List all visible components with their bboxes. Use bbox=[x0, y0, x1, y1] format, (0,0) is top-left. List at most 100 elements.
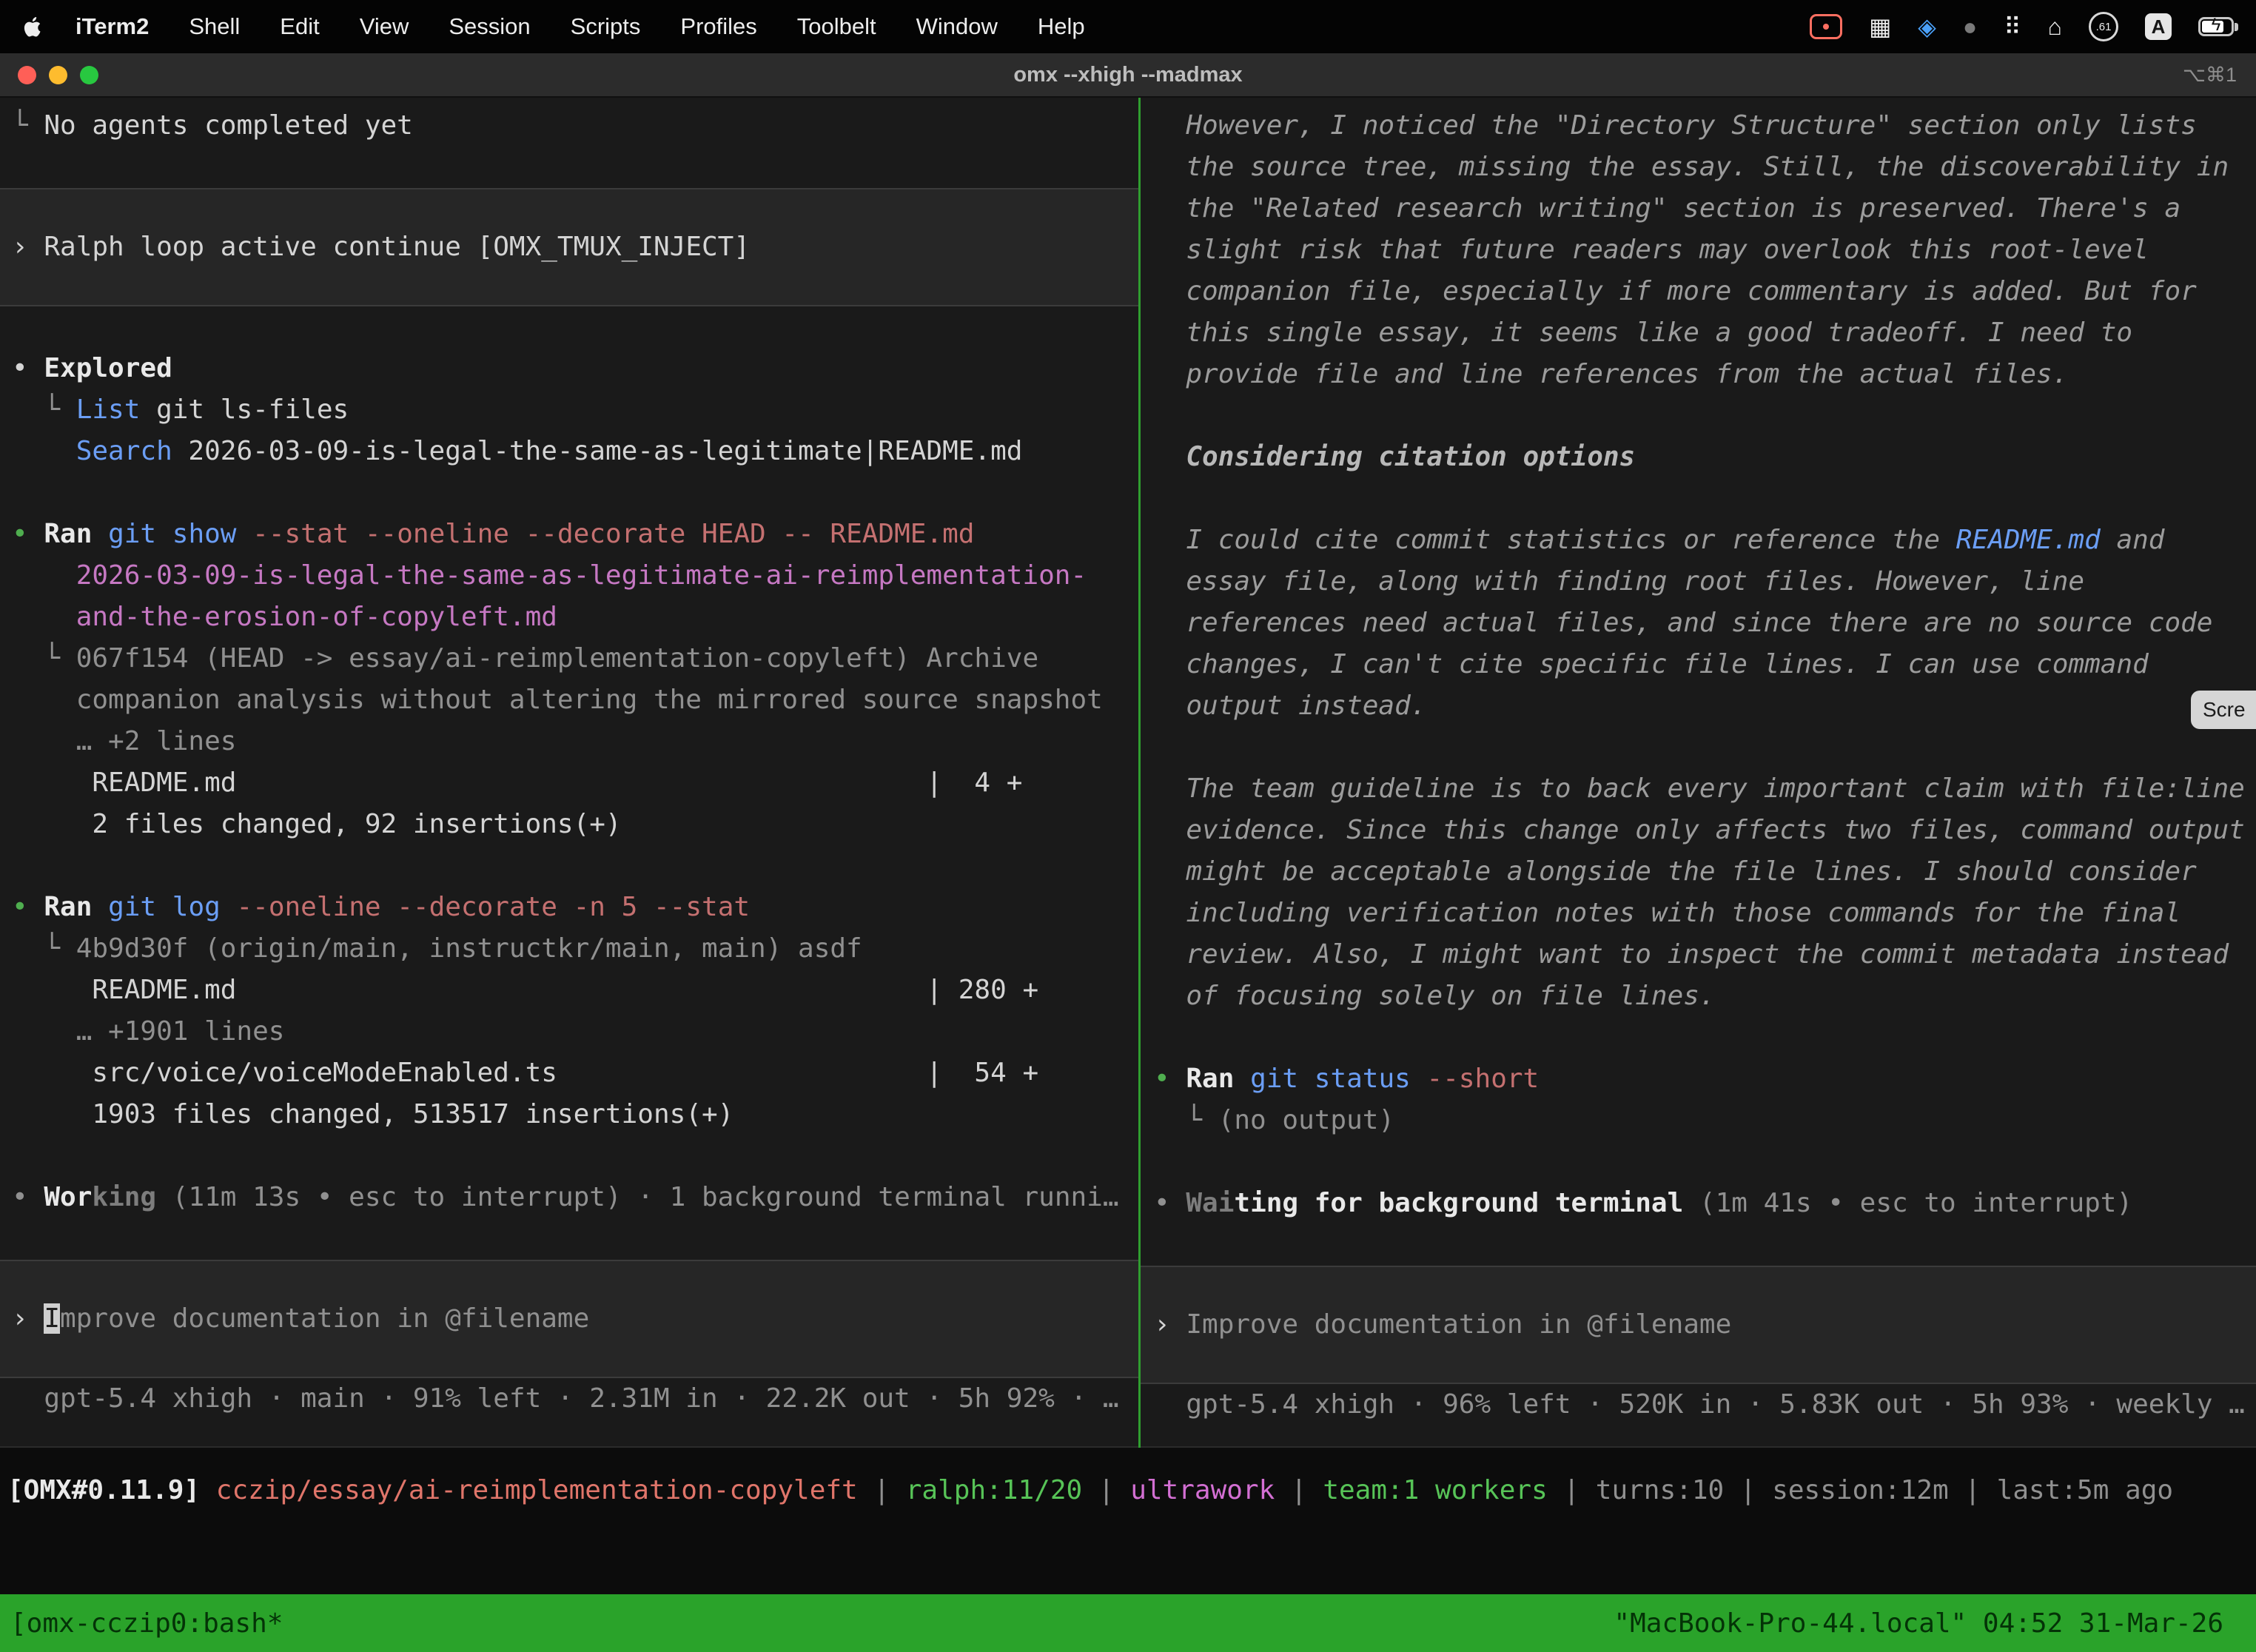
terminal-line: • Ran git log --oneline --decorate -n 5 … bbox=[12, 887, 1138, 928]
text-segment: README.md bbox=[12, 975, 236, 1005]
text-segment: slight risk that future readers may over… bbox=[1154, 235, 2149, 265]
terminal-line: the "Related research writing" section i… bbox=[1154, 188, 2256, 229]
text-segment bbox=[1411, 1064, 1427, 1094]
text-segment: references need actual files, and since … bbox=[1154, 608, 2212, 638]
text-segment: git show bbox=[108, 519, 236, 549]
shield-app-icon[interactable]: ● bbox=[1963, 13, 1977, 41]
terminal-line: companion analysis without altering the … bbox=[12, 679, 1138, 721]
terminal-line: 1903 files changed, 513517 insertions(+) bbox=[12, 1094, 1138, 1135]
prompt-input-right[interactable]: › Improve documentation in @filename bbox=[1141, 1266, 2256, 1384]
gauge-icon[interactable]: .61 bbox=[2089, 12, 2118, 41]
blank-line bbox=[12, 306, 1138, 348]
menu-scripts[interactable]: Scripts bbox=[571, 13, 641, 40]
window-tiling-icon[interactable]: ▦ bbox=[1869, 13, 1891, 41]
terminal-line: references need actual files, and since … bbox=[1154, 602, 2256, 644]
menu-help[interactable]: Help bbox=[1038, 13, 1085, 40]
menu-edit[interactable]: Edit bbox=[280, 13, 319, 40]
battery-icon[interactable]: ϟ bbox=[2198, 17, 2234, 36]
text-segment: cczip/essay/ai-reimplementation-copyleft bbox=[216, 1475, 858, 1505]
text-segment bbox=[221, 892, 237, 922]
minimize-window-button[interactable] bbox=[49, 66, 67, 84]
tmux-session-label: [omx-cczip0:bash* bbox=[10, 1608, 283, 1639]
terminal-line: of focusing solely on file lines. bbox=[1154, 976, 2256, 1017]
zoom-window-button[interactable] bbox=[80, 66, 98, 84]
input-source-icon[interactable]: A bbox=[2145, 13, 2172, 40]
prompt-line: › Improve documentation in @filename bbox=[12, 1298, 1138, 1340]
terminal-line: 2026-03-09-is-legal-the-same-as-legitima… bbox=[12, 555, 1138, 597]
text-segment: | bbox=[1082, 1475, 1130, 1505]
menu-profiles[interactable]: Profiles bbox=[680, 13, 756, 40]
text-segment: might be acceptable alongside the file l… bbox=[1154, 856, 2197, 887]
text-segment: evidence. Since this change only affects… bbox=[1154, 815, 2245, 845]
text-segment: the source tree, missing the essay. Stil… bbox=[1154, 152, 2229, 182]
text-segment bbox=[12, 436, 76, 466]
close-window-button[interactable] bbox=[18, 66, 36, 84]
text-segment: team:1 workers bbox=[1323, 1475, 1547, 1505]
window-titlebar[interactable]: omx --xhigh --madmax ⌥⌘1 bbox=[0, 53, 2256, 98]
terminal-line: slight risk that future readers may over… bbox=[1154, 229, 2256, 271]
text-segment: | 54 + bbox=[926, 1052, 1038, 1094]
blank-line bbox=[1154, 478, 2256, 520]
terminal-line: output instead. bbox=[1154, 685, 2256, 727]
charging-bolt-icon: ϟ bbox=[2200, 15, 2232, 36]
text-segment: README.md bbox=[1956, 525, 2101, 555]
blank-line bbox=[1154, 1017, 2256, 1058]
terminal-line: … +2 lines bbox=[12, 721, 1138, 762]
text-segment: changes, I can't cite specific file line… bbox=[1154, 649, 2149, 679]
text-segment: No agents completed yet bbox=[44, 110, 413, 141]
ghost-app-icon[interactable]: ⌂ bbox=[2048, 13, 2062, 41]
terminal-line: the source tree, missing the essay. Stil… bbox=[1154, 147, 2256, 188]
terminal-line: README.md| 4 + bbox=[12, 762, 1138, 804]
text-segment: | bbox=[1949, 1475, 1997, 1505]
terminal-line: 2 files changed, 92 insertions(+) bbox=[12, 804, 1138, 845]
model-status-right: gpt-5.4 xhigh · 96% left · 520K in · 5.8… bbox=[1154, 1384, 2256, 1426]
text-segment: However, I noticed the "Directory Struct… bbox=[1154, 110, 2197, 141]
text-segment: --short bbox=[1427, 1064, 1540, 1094]
menu-session[interactable]: Session bbox=[449, 13, 530, 40]
text-segment bbox=[92, 519, 108, 549]
text-segment: git ls-files bbox=[140, 394, 349, 425]
desktop: iTerm2 Shell Edit View Session Scripts Profil… bbox=[0, 0, 2256, 1652]
blue-app-icon[interactable]: ◈ bbox=[1918, 13, 1936, 41]
text-segment: | bbox=[858, 1475, 906, 1505]
text-segment: ting for background terminal bbox=[1234, 1188, 1683, 1218]
text-segment: and bbox=[2101, 525, 2165, 555]
prompt-input-left[interactable]: › Improve documentation in @filename bbox=[0, 1260, 1138, 1378]
text-segment: › bbox=[1154, 1309, 1186, 1340]
text-segment: --oneline --decorate -n 5 --stat bbox=[236, 892, 750, 922]
terminal-pane-left[interactable]: └ No agents completed yet › Ralph loop ac… bbox=[0, 98, 1138, 1448]
text-segment: … +2 lines bbox=[12, 726, 236, 756]
menubar-status-icons: ▦ ◈ ● ⠿ ⌂ .61 A ϟ bbox=[1810, 12, 2234, 41]
text-segment: gpt-5.4 xhigh · 96% left · 520K in · 5.8… bbox=[1154, 1389, 2245, 1420]
terminal-pane-right[interactable]: However, I noticed the "Directory Struct… bbox=[1141, 98, 2256, 1448]
dots-grid-icon[interactable]: ⠿ bbox=[2004, 13, 2021, 41]
menu-toolbelt[interactable]: Toolbelt bbox=[797, 13, 876, 40]
text-segment: I bbox=[44, 1303, 60, 1334]
text-segment: including verification notes with those … bbox=[1154, 898, 2181, 928]
menu-view[interactable]: View bbox=[360, 13, 409, 40]
text-segment: the "Related research writing" section i… bbox=[1154, 193, 2181, 224]
text-segment: I could cite commit statistics or refere… bbox=[1154, 525, 1956, 555]
text-segment: of focusing solely on file lines. bbox=[1154, 981, 1716, 1011]
screen-recording-indicator[interactable] bbox=[1810, 14, 1842, 39]
text-segment: Search bbox=[76, 436, 172, 466]
terminal-line: └ (no output) bbox=[1154, 1100, 2256, 1141]
menubar-app-name[interactable]: iTerm2 bbox=[75, 13, 149, 40]
text-segment: and-the-erosion-of-copyleft.md bbox=[12, 602, 557, 632]
terminal-line: and-the-erosion-of-copyleft.md bbox=[12, 597, 1138, 638]
ralph-status-box[interactable]: › Ralph loop active continue [OMX_TMUX_I… bbox=[0, 188, 1138, 306]
menu-window[interactable]: Window bbox=[916, 13, 998, 40]
text-segment: Explored bbox=[44, 353, 172, 383]
macos-menubar: iTerm2 Shell Edit View Session Scripts Profil… bbox=[0, 0, 2256, 53]
text-segment: last:5m ago bbox=[1997, 1475, 2173, 1505]
screen-overlay-chip[interactable]: Scre bbox=[2191, 691, 2256, 729]
apple-menu-icon[interactable] bbox=[22, 16, 41, 38]
text-segment: Considering citation options bbox=[1154, 442, 1635, 472]
terminal-line: └ No agents completed yet bbox=[12, 105, 1138, 147]
prompt-line: › Improve documentation in @filename bbox=[1154, 1304, 2256, 1346]
menu-shell[interactable]: Shell bbox=[189, 13, 240, 40]
text-segment: • bbox=[12, 519, 44, 549]
waiting-status-line: • Waiting for background terminal (1m 41… bbox=[1154, 1183, 2256, 1224]
text-segment: • bbox=[1154, 1064, 1186, 1094]
working-status-line: • Working (11m 13s • esc to interrupt) ·… bbox=[12, 1177, 1138, 1218]
